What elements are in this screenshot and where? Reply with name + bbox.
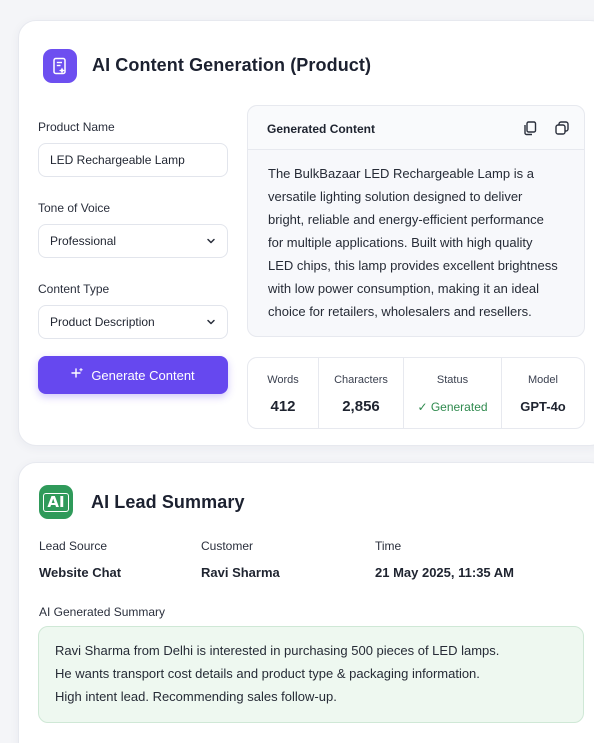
- lead-summary-title: AI Lead Summary: [91, 492, 245, 512]
- generated-line: LED chips, this lamp provides excellent …: [268, 258, 558, 273]
- lead-summary-card: AI AI Lead Summary Lead Source Website C…: [18, 462, 594, 743]
- generated-content-title: Generated Content: [267, 122, 376, 136]
- lead-source-value: Website Chat: [39, 565, 122, 580]
- generate-content-label: Generate Content: [91, 367, 195, 383]
- stats-bar: Words 412 Characters 2,856 Status ✓ Gene…: [247, 357, 585, 429]
- duplicate-icon[interactable]: [554, 120, 570, 141]
- lead-source-label: Lead Source: [39, 539, 108, 553]
- content-type-value: Product Description: [50, 315, 155, 329]
- time-value: 21 May 2025, 11:35 AM: [375, 565, 514, 580]
- generated-content-header: Generated Content: [248, 106, 584, 150]
- stat-words: Words 412: [248, 358, 319, 428]
- document-ai-icon: [43, 49, 77, 83]
- product-name-input[interactable]: LED Rechargeable Lamp: [38, 143, 228, 177]
- summary-line: Ravi Sharma from Delhi is interested in …: [55, 643, 500, 658]
- content-generation-card: AI Content Generation (Product) Product …: [18, 20, 594, 446]
- generated-line: versatile lighting solution designed to …: [268, 189, 523, 204]
- stat-words-value: 412: [270, 398, 296, 415]
- chevron-down-icon: [206, 316, 216, 330]
- sparkle-icon: [71, 367, 84, 383]
- stat-model-label: Model: [528, 374, 558, 386]
- check-icon: ✓: [417, 400, 431, 414]
- tone-select[interactable]: Professional: [38, 224, 228, 258]
- page: AI Content Generation (Product) Product …: [0, 0, 594, 743]
- generated-line: for multiple applications. Built with hi…: [268, 235, 533, 250]
- chevron-down-icon: [206, 235, 216, 249]
- stat-model: Model GPT-4o: [502, 358, 584, 428]
- stat-model-value: GPT-4o: [520, 399, 566, 414]
- stat-characters-value: 2,856: [342, 398, 380, 415]
- stat-characters-label: Characters: [334, 374, 388, 386]
- summary-label: AI Generated Summary: [39, 605, 166, 619]
- generated-content-panel: Generated Content The BulkBazaar LED Rec…: [247, 105, 585, 337]
- summary-box: Ravi Sharma from Delhi is interested in …: [38, 626, 584, 723]
- stat-characters: Characters 2,856: [319, 358, 404, 428]
- ai-badge-icon: AI: [39, 485, 73, 519]
- tone-value: Professional: [50, 234, 117, 248]
- generated-line: bright, reliable and energy-efficient pe…: [268, 212, 544, 227]
- product-name-label: Product Name: [38, 120, 115, 134]
- content-type-select[interactable]: Product Description: [38, 305, 228, 339]
- content-type-label: Content Type: [38, 282, 110, 296]
- content-generation-title: AI Content Generation (Product): [92, 55, 372, 75]
- summary-line: He wants transport cost details and prod…: [55, 666, 480, 681]
- summary-line: High intent lead. Recommending sales fol…: [55, 689, 337, 704]
- generate-content-button[interactable]: Generate Content: [38, 356, 228, 394]
- time-label: Time: [375, 539, 402, 553]
- customer-value: Ravi Sharma: [201, 565, 280, 580]
- stat-status: Status ✓ Generated: [404, 358, 502, 428]
- generated-line: The BulkBazaar LED Rechargeable Lamp is …: [268, 166, 534, 181]
- status-text: Generated: [430, 400, 488, 414]
- generated-line: choice for retailers, wholesalers and re…: [268, 304, 532, 319]
- product-name-value: LED Rechargeable Lamp: [50, 153, 185, 167]
- generated-line: with low power consumption, making it an…: [268, 281, 539, 296]
- stat-words-label: Words: [267, 374, 299, 386]
- copy-icon[interactable]: [522, 120, 538, 141]
- customer-label: Customer: [201, 539, 254, 553]
- stat-status-value: ✓ Generated: [404, 400, 501, 414]
- generated-content-text: The BulkBazaar LED Rechargeable Lamp is …: [268, 162, 573, 323]
- stat-status-label: Status: [436, 374, 469, 386]
- tone-label: Tone of Voice: [38, 201, 111, 215]
